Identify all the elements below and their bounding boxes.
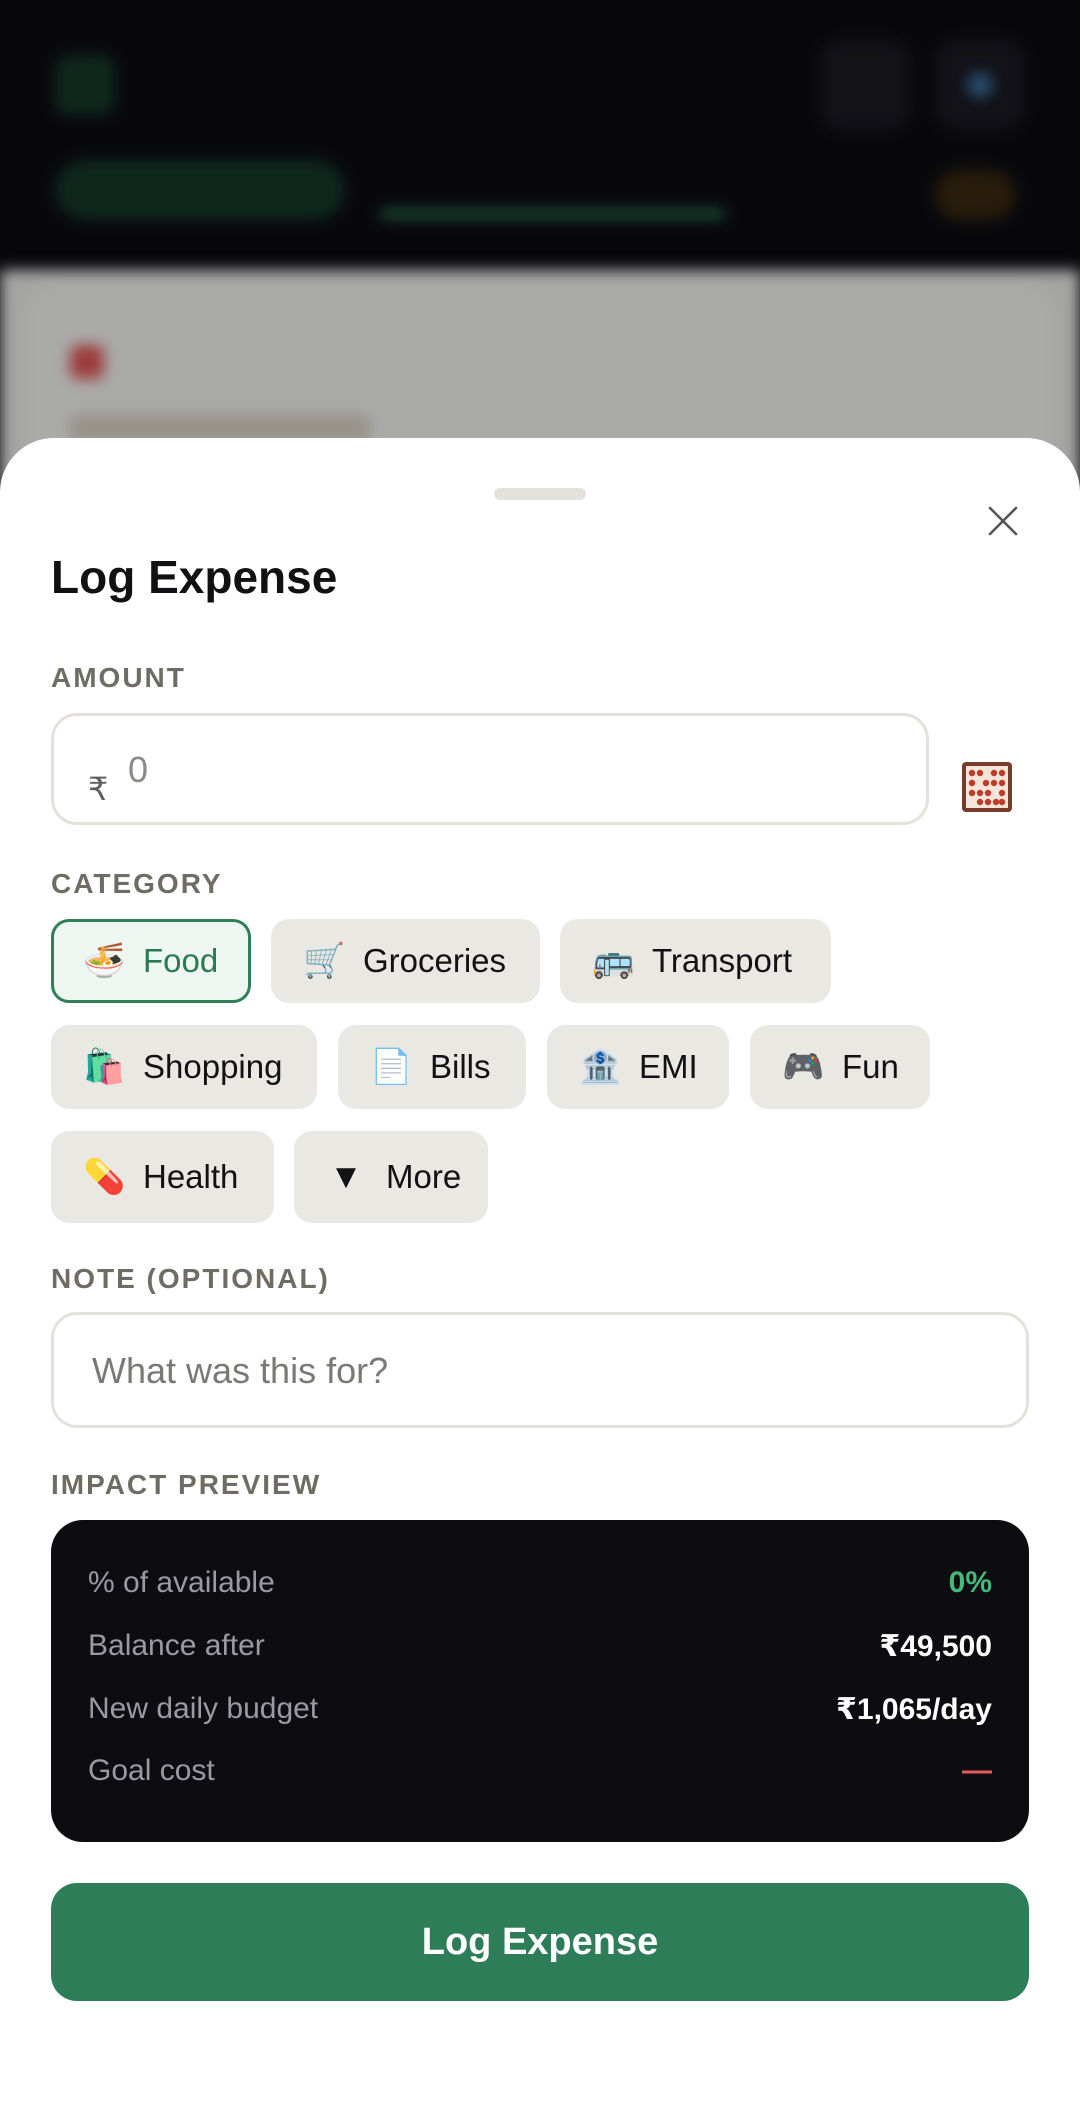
category-chip-label: Health bbox=[143, 1158, 239, 1195]
note-label: NOTE (OPTIONAL) bbox=[51, 1263, 330, 1294]
drag-handle[interactable] bbox=[494, 488, 586, 500]
category-chip-food[interactable]: 🍜 Food bbox=[51, 919, 251, 1003]
category-chip-label: Transport bbox=[652, 942, 792, 979]
amount-field[interactable]: ₹ bbox=[51, 713, 929, 825]
impact-row-label: Balance after bbox=[88, 1629, 265, 1662]
category-chip-groceries[interactable]: 🛒 Groceries bbox=[271, 919, 540, 1003]
category-chip-label: Bills bbox=[430, 1048, 491, 1085]
close-button[interactable] bbox=[975, 493, 1031, 549]
pill-icon: 💊 bbox=[83, 1157, 126, 1197]
chevron-down-icon: ▼ bbox=[336, 1162, 356, 1192]
impact-preview-label: IMPACT PREVIEW bbox=[51, 1469, 322, 1500]
sheet-title: Log Expense bbox=[51, 551, 338, 603]
category-chip-bills[interactable]: 📄 Bills bbox=[338, 1025, 526, 1109]
impact-row-value: ₹49,500 bbox=[879, 1630, 992, 1663]
impact-row-label: % of available bbox=[88, 1566, 275, 1599]
category-chip-emi[interactable]: 🏦 EMI bbox=[547, 1025, 729, 1109]
currency-symbol: ₹ bbox=[88, 771, 109, 807]
impact-row-value: ₹1,065/day bbox=[836, 1693, 992, 1726]
document-icon: 📄 bbox=[370, 1047, 413, 1087]
impact-row-label: New daily budget bbox=[88, 1692, 319, 1725]
category-chip-transport[interactable]: 🚌 Transport bbox=[560, 919, 831, 1003]
impact-preview-card: % of available 0% Balance after ₹49,500 … bbox=[51, 1520, 1029, 1842]
category-chip-shopping[interactable]: 🛍️ Shopping bbox=[51, 1025, 317, 1109]
amount-label: AMOUNT bbox=[51, 662, 186, 693]
impact-row-label: Goal cost bbox=[88, 1754, 215, 1787]
amount-input[interactable] bbox=[126, 734, 890, 806]
impact-row-percent: % of available 0% bbox=[88, 1566, 992, 1606]
category-chip-fun[interactable]: 🎮 Fun bbox=[750, 1025, 930, 1109]
category-chip-label: More bbox=[386, 1158, 462, 1195]
abacus-icon bbox=[962, 762, 1012, 812]
noodles-icon: 🍜 bbox=[83, 941, 126, 981]
note-input[interactable] bbox=[90, 1337, 994, 1405]
shopping-bags-icon: 🛍️ bbox=[83, 1047, 126, 1087]
log-expense-button[interactable]: Log Expense bbox=[51, 1883, 1029, 2001]
close-icon bbox=[988, 506, 1018, 536]
bank-icon: 🏦 bbox=[579, 1047, 622, 1087]
impact-row-balance: Balance after ₹49,500 bbox=[88, 1629, 992, 1669]
category-chip-label: EMI bbox=[639, 1048, 698, 1085]
category-chip-label: Fun bbox=[842, 1048, 899, 1085]
impact-row-value: 0% bbox=[948, 1566, 992, 1599]
note-field[interactable] bbox=[51, 1312, 1029, 1428]
bus-icon: 🚌 bbox=[592, 941, 635, 981]
category-chip-label: Food bbox=[143, 942, 219, 979]
calculator-button[interactable] bbox=[960, 760, 1014, 814]
category-chip-label: Groceries bbox=[363, 942, 507, 979]
category-chip-more[interactable]: ▼ More bbox=[294, 1131, 488, 1223]
impact-row-goal-cost: Goal cost — bbox=[88, 1754, 992, 1794]
log-expense-sheet: Log Expense AMOUNT ₹ CATEGORY 🍜 Food 🛒 G… bbox=[0, 438, 1080, 2101]
category-chip-label: Shopping bbox=[143, 1048, 283, 1085]
shopping-cart-icon: 🛒 bbox=[303, 941, 346, 981]
category-chip-health[interactable]: 💊 Health bbox=[51, 1131, 274, 1223]
game-controller-icon: 🎮 bbox=[782, 1047, 825, 1087]
impact-row-daily-budget: New daily budget ₹1,065/day bbox=[88, 1692, 992, 1732]
impact-row-value: — bbox=[962, 1754, 992, 1787]
category-label: CATEGORY bbox=[51, 868, 223, 899]
